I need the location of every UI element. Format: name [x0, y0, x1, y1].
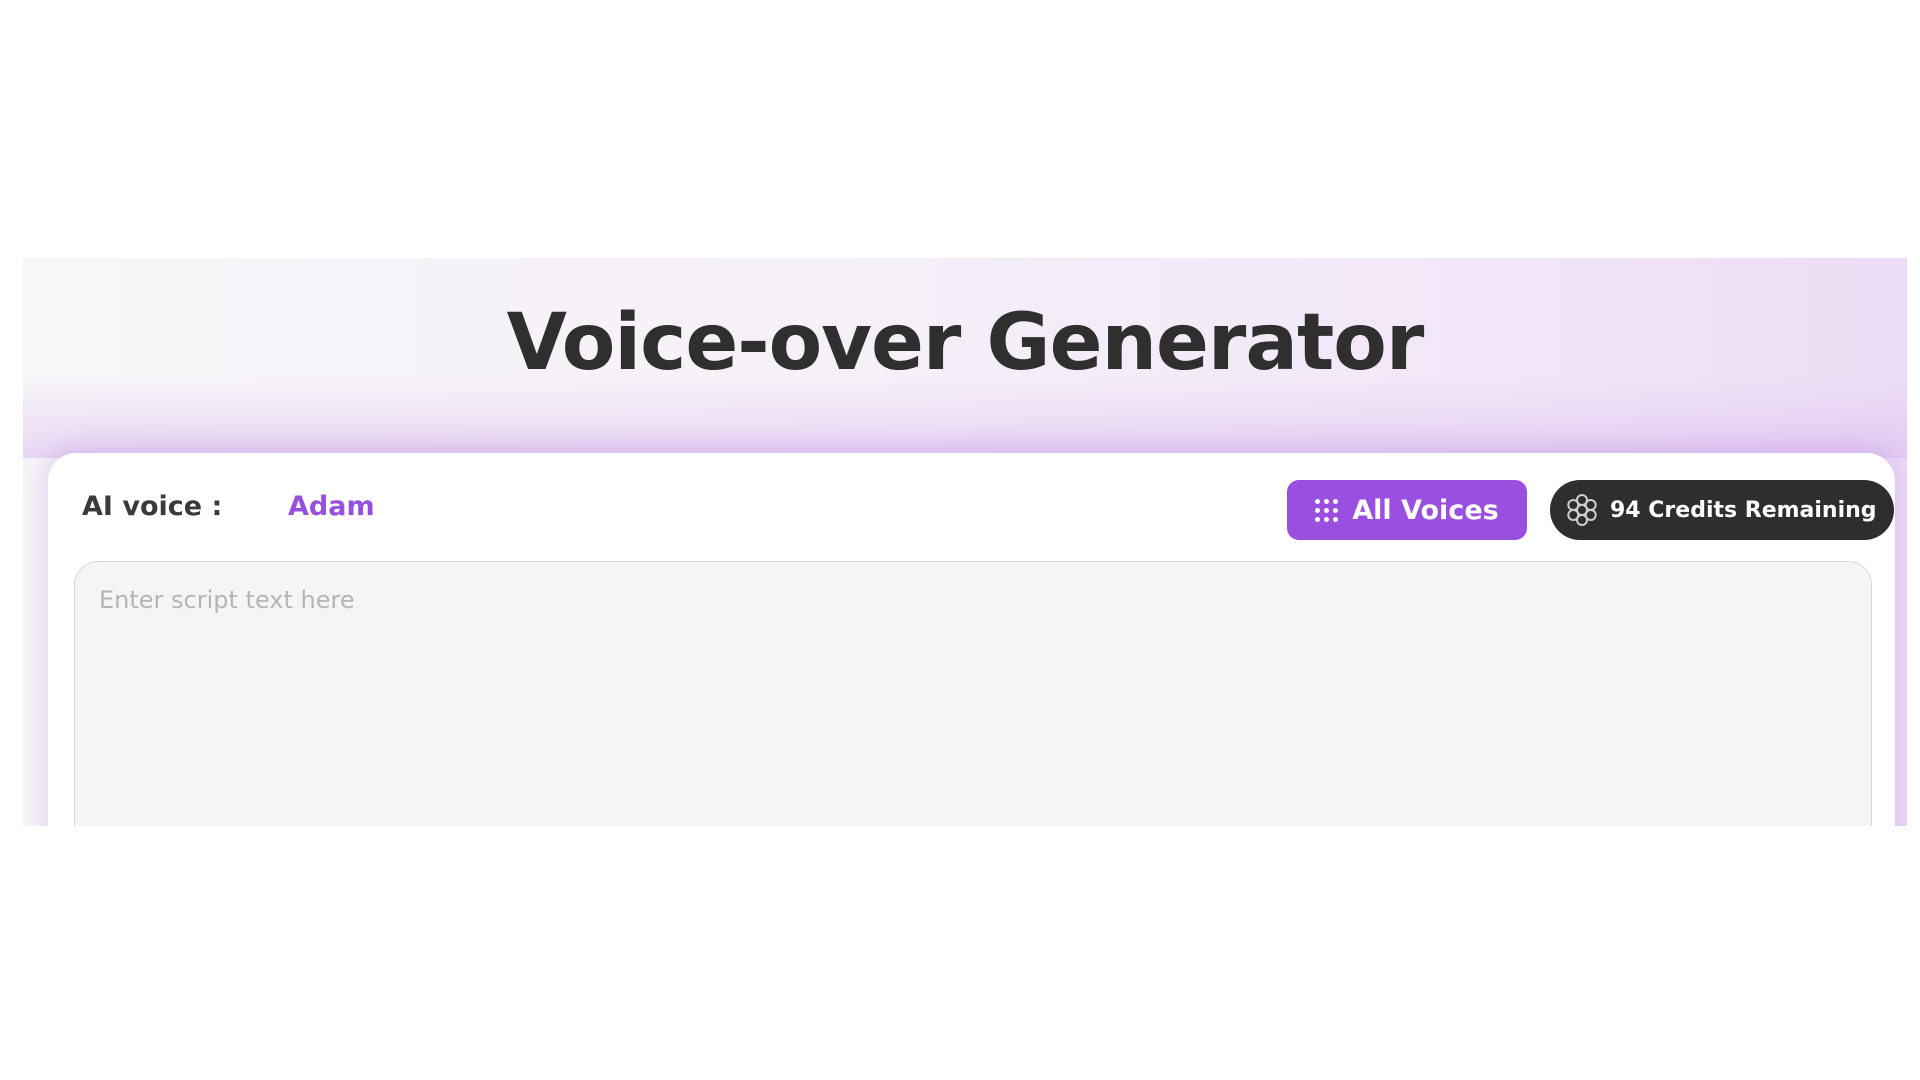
all-voices-button[interactable]: All Voices — [1287, 480, 1527, 540]
credits-remaining-text: 94 Credits Remaining — [1610, 497, 1877, 523]
page: Voice-over Generator AI voice : Adam All… — [0, 0, 1920, 1080]
credits-badge: 94 Credits Remaining — [1550, 480, 1894, 540]
credits-coin-icon — [1567, 494, 1597, 526]
ai-voice-label: AI voice : — [82, 491, 223, 522]
all-voices-label: All Voices — [1352, 494, 1499, 526]
selected-voice-name[interactable]: Adam — [288, 491, 375, 522]
generator-card: AI voice : Adam All Voices 94 Credits Re… — [48, 453, 1895, 826]
page-title: Voice-over Generator — [506, 298, 1425, 388]
generator-panel: Voice-over Generator AI voice : Adam All… — [23, 258, 1907, 826]
grid-dots-icon — [1315, 498, 1339, 522]
script-text-input[interactable] — [74, 561, 1872, 826]
